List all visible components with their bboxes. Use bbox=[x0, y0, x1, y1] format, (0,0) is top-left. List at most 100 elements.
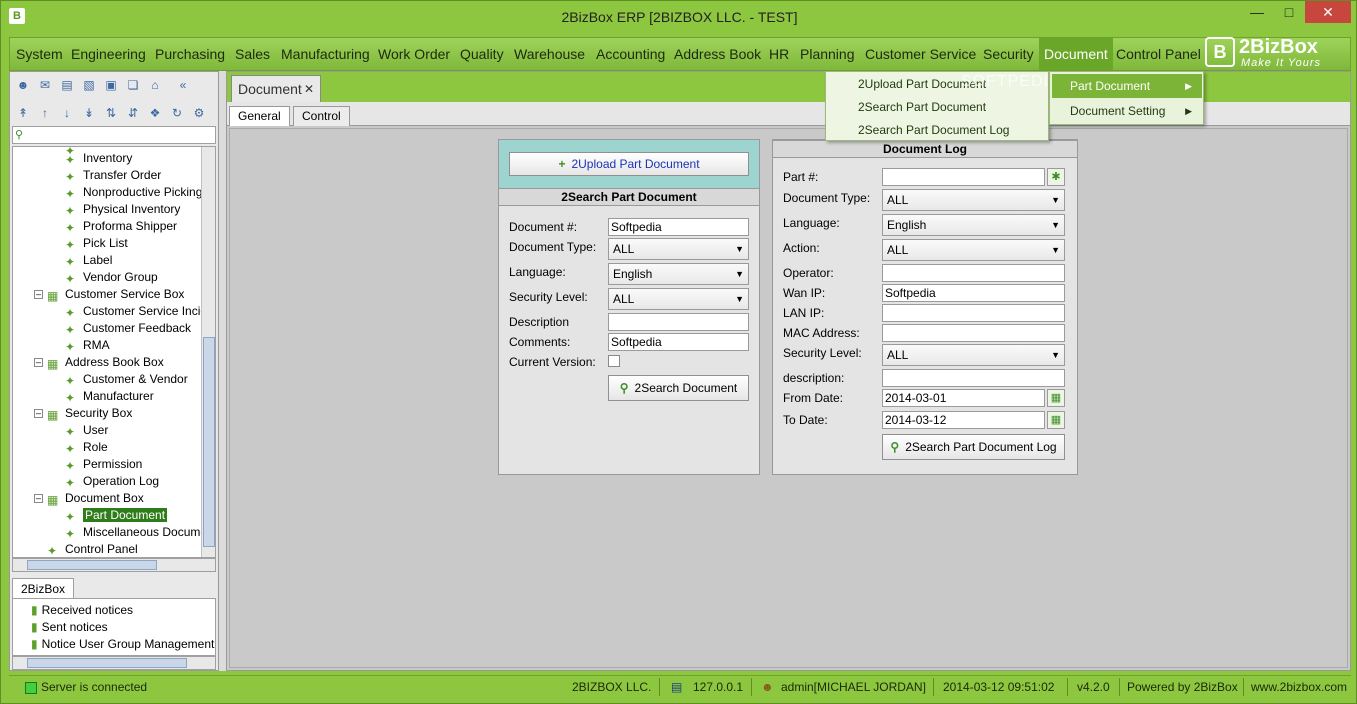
scroll-thumb[interactable] bbox=[203, 337, 215, 547]
menu-document-setting[interactable]: Document Setting ▶ bbox=[1052, 99, 1202, 123]
tab-document[interactable]: Document ✕ bbox=[231, 75, 321, 102]
menu-system[interactable]: System bbox=[16, 46, 63, 62]
tree-node-inventory[interactable]: ✦ Inventory bbox=[65, 150, 132, 167]
menu-hr[interactable]: HR bbox=[769, 46, 789, 62]
tree-node-miscellaneous-document[interactable]: ✦ Miscellaneous Document bbox=[65, 524, 215, 541]
tree-node-label[interactable]: ✦ Label bbox=[65, 252, 112, 269]
menu-document[interactable]: Document bbox=[1039, 38, 1113, 70]
tree-node-pick-list[interactable]: ✦ Pick List bbox=[65, 235, 128, 252]
menu-quality[interactable]: Quality bbox=[460, 46, 504, 62]
tree-node-document-box[interactable]: ▦ Document Box bbox=[47, 490, 144, 507]
menu-control-panel[interactable]: Control Panel bbox=[1116, 46, 1201, 62]
expand-tree-icon[interactable]: ❖ bbox=[146, 104, 164, 122]
log-description-field[interactable] bbox=[882, 369, 1065, 387]
tab-2bizbox[interactable]: 2BizBox bbox=[12, 578, 74, 598]
refresh-tree-icon[interactable]: ↻ bbox=[168, 104, 186, 122]
log-document-type-select[interactable]: ALL ▼ bbox=[882, 189, 1065, 211]
tree-node-permission[interactable]: ✦ Permission bbox=[65, 456, 142, 473]
tree-node-physical-inventory[interactable]: ✦ Physical Inventory bbox=[65, 201, 180, 218]
collapse-toggle-icon[interactable]: – bbox=[34, 409, 43, 418]
part-number-field[interactable] bbox=[882, 168, 1045, 186]
scroll-thumb[interactable] bbox=[27, 658, 187, 668]
to-date-field[interactable]: 2014-03-12 bbox=[882, 411, 1045, 429]
tree-node-transfer-order[interactable]: ✦ Transfer Order bbox=[65, 167, 161, 184]
tree-node-role[interactable]: ✦ Role bbox=[65, 439, 108, 456]
tree-node-customer-vendor[interactable]: ✦ Customer & Vendor bbox=[65, 371, 188, 388]
tree-vertical-scrollbar[interactable] bbox=[201, 147, 215, 557]
menu-customer-service[interactable]: Customer Service bbox=[865, 46, 976, 62]
users-icon[interactable]: ☻ bbox=[14, 76, 32, 94]
move-bottom-icon[interactable]: ↡ bbox=[80, 104, 98, 122]
menu-accounting[interactable]: Accounting bbox=[596, 46, 665, 62]
sort-desc-icon[interactable]: ⇵ bbox=[124, 104, 142, 122]
tree-node-operation-log[interactable]: ✦ Operation Log bbox=[65, 473, 159, 490]
notice-received[interactable]: ▮ Received notices bbox=[31, 603, 133, 617]
menu-manufacturing[interactable]: Manufacturing bbox=[281, 46, 370, 62]
panel-splitter[interactable] bbox=[219, 71, 226, 671]
tree-node-manufacturer[interactable]: ✦ Manufacturer bbox=[65, 388, 154, 405]
chart-icon[interactable]: ▧ bbox=[80, 76, 98, 94]
scroll-thumb[interactable] bbox=[27, 560, 157, 570]
collapse-toggle-icon[interactable]: – bbox=[34, 494, 43, 503]
tree-horizontal-scrollbar[interactable] bbox=[12, 558, 216, 572]
tree-node-part-document[interactable]: ✦ Part Document bbox=[65, 507, 168, 524]
menu-part-document[interactable]: Part Document ▶ bbox=[1052, 74, 1202, 98]
notice-user-group[interactable]: ▮ Notice User Group Management bbox=[31, 637, 214, 651]
window-icon[interactable]: ▣ bbox=[102, 76, 120, 94]
menu-address-book[interactable]: Address Book bbox=[674, 46, 761, 62]
menu-planning[interactable]: Planning bbox=[800, 46, 855, 62]
log-language-select[interactable]: English ▼ bbox=[882, 214, 1065, 236]
menu-search-part-document-log[interactable]: 2Search Part Document Log bbox=[858, 123, 1009, 137]
menu-warehouse[interactable]: Warehouse bbox=[514, 46, 585, 62]
tree-search-input[interactable]: ⚲ bbox=[12, 126, 216, 144]
document-number-field[interactable]: Softpedia bbox=[608, 218, 749, 236]
move-up-icon[interactable]: ↑ bbox=[36, 104, 54, 122]
language-select[interactable]: English ▼ bbox=[608, 263, 749, 285]
sort-asc-icon[interactable]: ⇅ bbox=[102, 104, 120, 122]
tree-node-rma[interactable]: ✦ RMA bbox=[65, 337, 110, 354]
close-tab-icon[interactable]: ✕ bbox=[304, 76, 314, 102]
upload-part-document-button[interactable]: +2Upload Part Document bbox=[509, 152, 749, 176]
settings-icon[interactable]: ⚙ bbox=[190, 104, 208, 122]
tree-node-user[interactable]: ✦ User bbox=[65, 422, 108, 439]
move-down-icon[interactable]: ↓ bbox=[58, 104, 76, 122]
security-level-select[interactable]: ALL ▼ bbox=[608, 288, 749, 310]
notice-sent[interactable]: ▮ Sent notices bbox=[31, 620, 108, 634]
collapse-toggle-icon[interactable]: – bbox=[34, 358, 43, 367]
home-icon[interactable]: ⌂ bbox=[146, 76, 164, 94]
tree-node-nonproductive-picking[interactable]: ✦ Nonproductive Picking bbox=[65, 184, 202, 201]
windows-icon[interactable]: ❏ bbox=[124, 76, 142, 94]
tree-node-customer-service-incident[interactable]: ✦ Customer Service Incident bbox=[65, 303, 215, 320]
document-icon[interactable]: ▤ bbox=[58, 76, 76, 94]
lan-ip-field[interactable] bbox=[882, 304, 1065, 322]
collapse-panel-icon[interactable]: « bbox=[174, 76, 192, 94]
menu-engineering[interactable]: Engineering bbox=[71, 46, 146, 62]
menu-security[interactable]: Security bbox=[983, 46, 1034, 62]
maximize-button[interactable]: □ bbox=[1273, 1, 1305, 23]
from-date-field[interactable]: 2014-03-01 bbox=[882, 389, 1045, 407]
tree-node-proforma-shipper[interactable]: ✦ Proforma Shipper bbox=[65, 218, 177, 235]
move-top-icon[interactable]: ↟ bbox=[14, 104, 32, 122]
tree-node-customer-service-box[interactable]: ▦ Customer Service Box bbox=[47, 286, 184, 303]
status-site-link[interactable]: www.2bizbox.com bbox=[1251, 680, 1347, 694]
tab-general[interactable]: General bbox=[229, 106, 290, 126]
menu-work-order[interactable]: Work Order bbox=[378, 46, 450, 62]
mac-address-field[interactable] bbox=[882, 324, 1065, 342]
document-type-select[interactable]: ALL ▼ bbox=[608, 238, 749, 260]
tree-node-control-panel[interactable]: ✦ Control Panel bbox=[47, 541, 138, 557]
minimize-button[interactable]: — bbox=[1241, 1, 1273, 23]
current-version-checkbox[interactable] bbox=[608, 355, 620, 367]
notices-horizontal-scrollbar[interactable] bbox=[12, 656, 216, 670]
description-field[interactable] bbox=[608, 313, 749, 331]
mail-icon[interactable]: ✉ bbox=[36, 76, 54, 94]
operator-field[interactable] bbox=[882, 264, 1065, 282]
search-document-button[interactable]: ⚲ 2Search Document bbox=[608, 375, 749, 401]
menu-purchasing[interactable]: Purchasing bbox=[155, 46, 225, 62]
log-security-level-select[interactable]: ALL ▼ bbox=[882, 344, 1065, 366]
tree-node-customer-feedback[interactable]: ✦ Customer Feedback bbox=[65, 320, 191, 337]
menu-search-part-document[interactable]: 2Search Part Document bbox=[858, 100, 986, 114]
menu-sales[interactable]: Sales bbox=[235, 46, 270, 62]
tree-node-address-book-box[interactable]: ▦ Address Book Box bbox=[47, 354, 164, 371]
comments-field[interactable]: Softpedia bbox=[608, 333, 749, 351]
tab-control[interactable]: Control bbox=[293, 106, 350, 126]
